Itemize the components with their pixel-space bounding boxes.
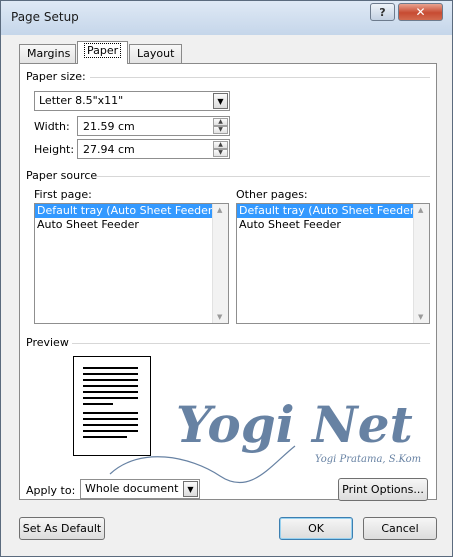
dialog-client-area: Margins Paper Layout Paper size: Letter … bbox=[9, 35, 446, 550]
tab-margins-label: Margins bbox=[27, 47, 71, 60]
width-label: Width: bbox=[34, 120, 70, 133]
title-bar[interactable]: Page Setup ? ✕ bbox=[1, 1, 452, 35]
preview-separator bbox=[72, 343, 430, 344]
paper-tab-panel: Paper size: Letter 8.5"x11" ▼ Width: 21.… bbox=[19, 63, 437, 501]
spin-down-icon[interactable]: ▼ bbox=[213, 126, 228, 134]
spin-down-icon[interactable]: ▼ bbox=[213, 149, 228, 157]
watermark-sub-text: Yogi Pratama, S.Kom bbox=[315, 454, 421, 465]
tab-layout[interactable]: Layout bbox=[129, 44, 182, 63]
page-setup-dialog: Page Setup ? ✕ Margins Paper Layout Pape… bbox=[0, 0, 453, 557]
list-item[interactable]: Auto Sheet Feeder bbox=[237, 218, 429, 232]
cancel-button[interactable]: Cancel bbox=[363, 517, 437, 540]
chevron-down-icon[interactable]: ▼ bbox=[213, 93, 228, 109]
scroll-up-icon[interactable]: ▲ bbox=[418, 206, 423, 214]
tab-paper[interactable]: Paper bbox=[77, 41, 128, 64]
width-spinner[interactable]: 21.59 cm ▲ ▼ bbox=[77, 116, 230, 136]
first-page-list[interactable]: Default tray (Auto Sheet Feeder) Auto Sh… bbox=[34, 203, 229, 324]
paper-size-value: Letter 8.5"x11" bbox=[39, 94, 124, 107]
cancel-label: Cancel bbox=[381, 522, 419, 535]
ok-label: OK bbox=[308, 522, 324, 535]
ok-button[interactable]: OK bbox=[279, 517, 353, 540]
scroll-down-icon[interactable]: ▼ bbox=[418, 313, 423, 321]
scroll-down-icon[interactable]: ▼ bbox=[217, 313, 222, 321]
tab-layout-label: Layout bbox=[137, 47, 175, 60]
list-item[interactable]: Default tray (Auto Sheet Feeder) bbox=[237, 204, 429, 218]
other-pages-list[interactable]: Default tray (Auto Sheet Feeder) Auto Sh… bbox=[236, 203, 430, 324]
spin-up-icon[interactable]: ▲ bbox=[213, 118, 228, 126]
apply-to-value: Whole document bbox=[85, 482, 179, 495]
help-icon: ? bbox=[379, 5, 386, 19]
watermark-main-text: Yogi Net bbox=[176, 395, 413, 454]
preview-group-label: Preview bbox=[26, 336, 69, 349]
set-as-default-label: Set As Default bbox=[22, 522, 102, 535]
height-label: Height: bbox=[34, 143, 75, 156]
width-spin-buttons: ▲ ▼ bbox=[213, 118, 228, 134]
preview-line bbox=[83, 379, 138, 381]
tab-paper-label: Paper bbox=[83, 43, 122, 58]
paper-source-separator bbox=[96, 176, 430, 177]
other-pages-label: Other pages: bbox=[236, 188, 308, 201]
height-value: 27.94 cm bbox=[83, 143, 135, 156]
set-as-default-button[interactable]: Set As Default bbox=[19, 517, 105, 540]
paper-size-separator bbox=[90, 77, 430, 78]
paper-size-select[interactable]: Letter 8.5"x11" ▼ bbox=[34, 91, 230, 111]
list-item[interactable]: Auto Sheet Feeder bbox=[35, 218, 228, 232]
close-icon: ✕ bbox=[415, 5, 426, 19]
apply-to-select[interactable]: Whole document ▼ bbox=[80, 479, 200, 499]
scrollbar[interactable]: ▲ ▼ bbox=[212, 204, 228, 323]
print-options-button[interactable]: Print Options... bbox=[338, 478, 428, 501]
list-item[interactable]: Default tray (Auto Sheet Feeder) bbox=[35, 204, 228, 218]
window-title: Page Setup bbox=[11, 10, 79, 24]
width-value: 21.59 cm bbox=[83, 120, 135, 133]
scroll-up-icon[interactable]: ▲ bbox=[217, 206, 222, 214]
scrollbar[interactable]: ▲ ▼ bbox=[413, 204, 429, 323]
tab-margins[interactable]: Margins bbox=[19, 44, 76, 63]
spin-up-icon[interactable]: ▲ bbox=[213, 141, 228, 149]
apply-to-label: Apply to: bbox=[26, 484, 76, 497]
print-options-label: Print Options... bbox=[342, 483, 424, 496]
preview-line bbox=[83, 373, 138, 375]
help-button[interactable]: ? bbox=[370, 3, 395, 21]
height-spin-buttons: ▲ ▼ bbox=[213, 141, 228, 157]
height-spinner[interactable]: 27.94 cm ▲ ▼ bbox=[77, 139, 230, 159]
chevron-down-icon[interactable]: ▼ bbox=[183, 481, 198, 497]
paper-source-group-label: Paper source bbox=[26, 169, 98, 182]
close-button[interactable]: ✕ bbox=[398, 3, 443, 21]
preview-line bbox=[83, 367, 138, 369]
first-page-label: First page: bbox=[34, 188, 92, 201]
paper-size-group-label: Paper size: bbox=[26, 70, 86, 83]
